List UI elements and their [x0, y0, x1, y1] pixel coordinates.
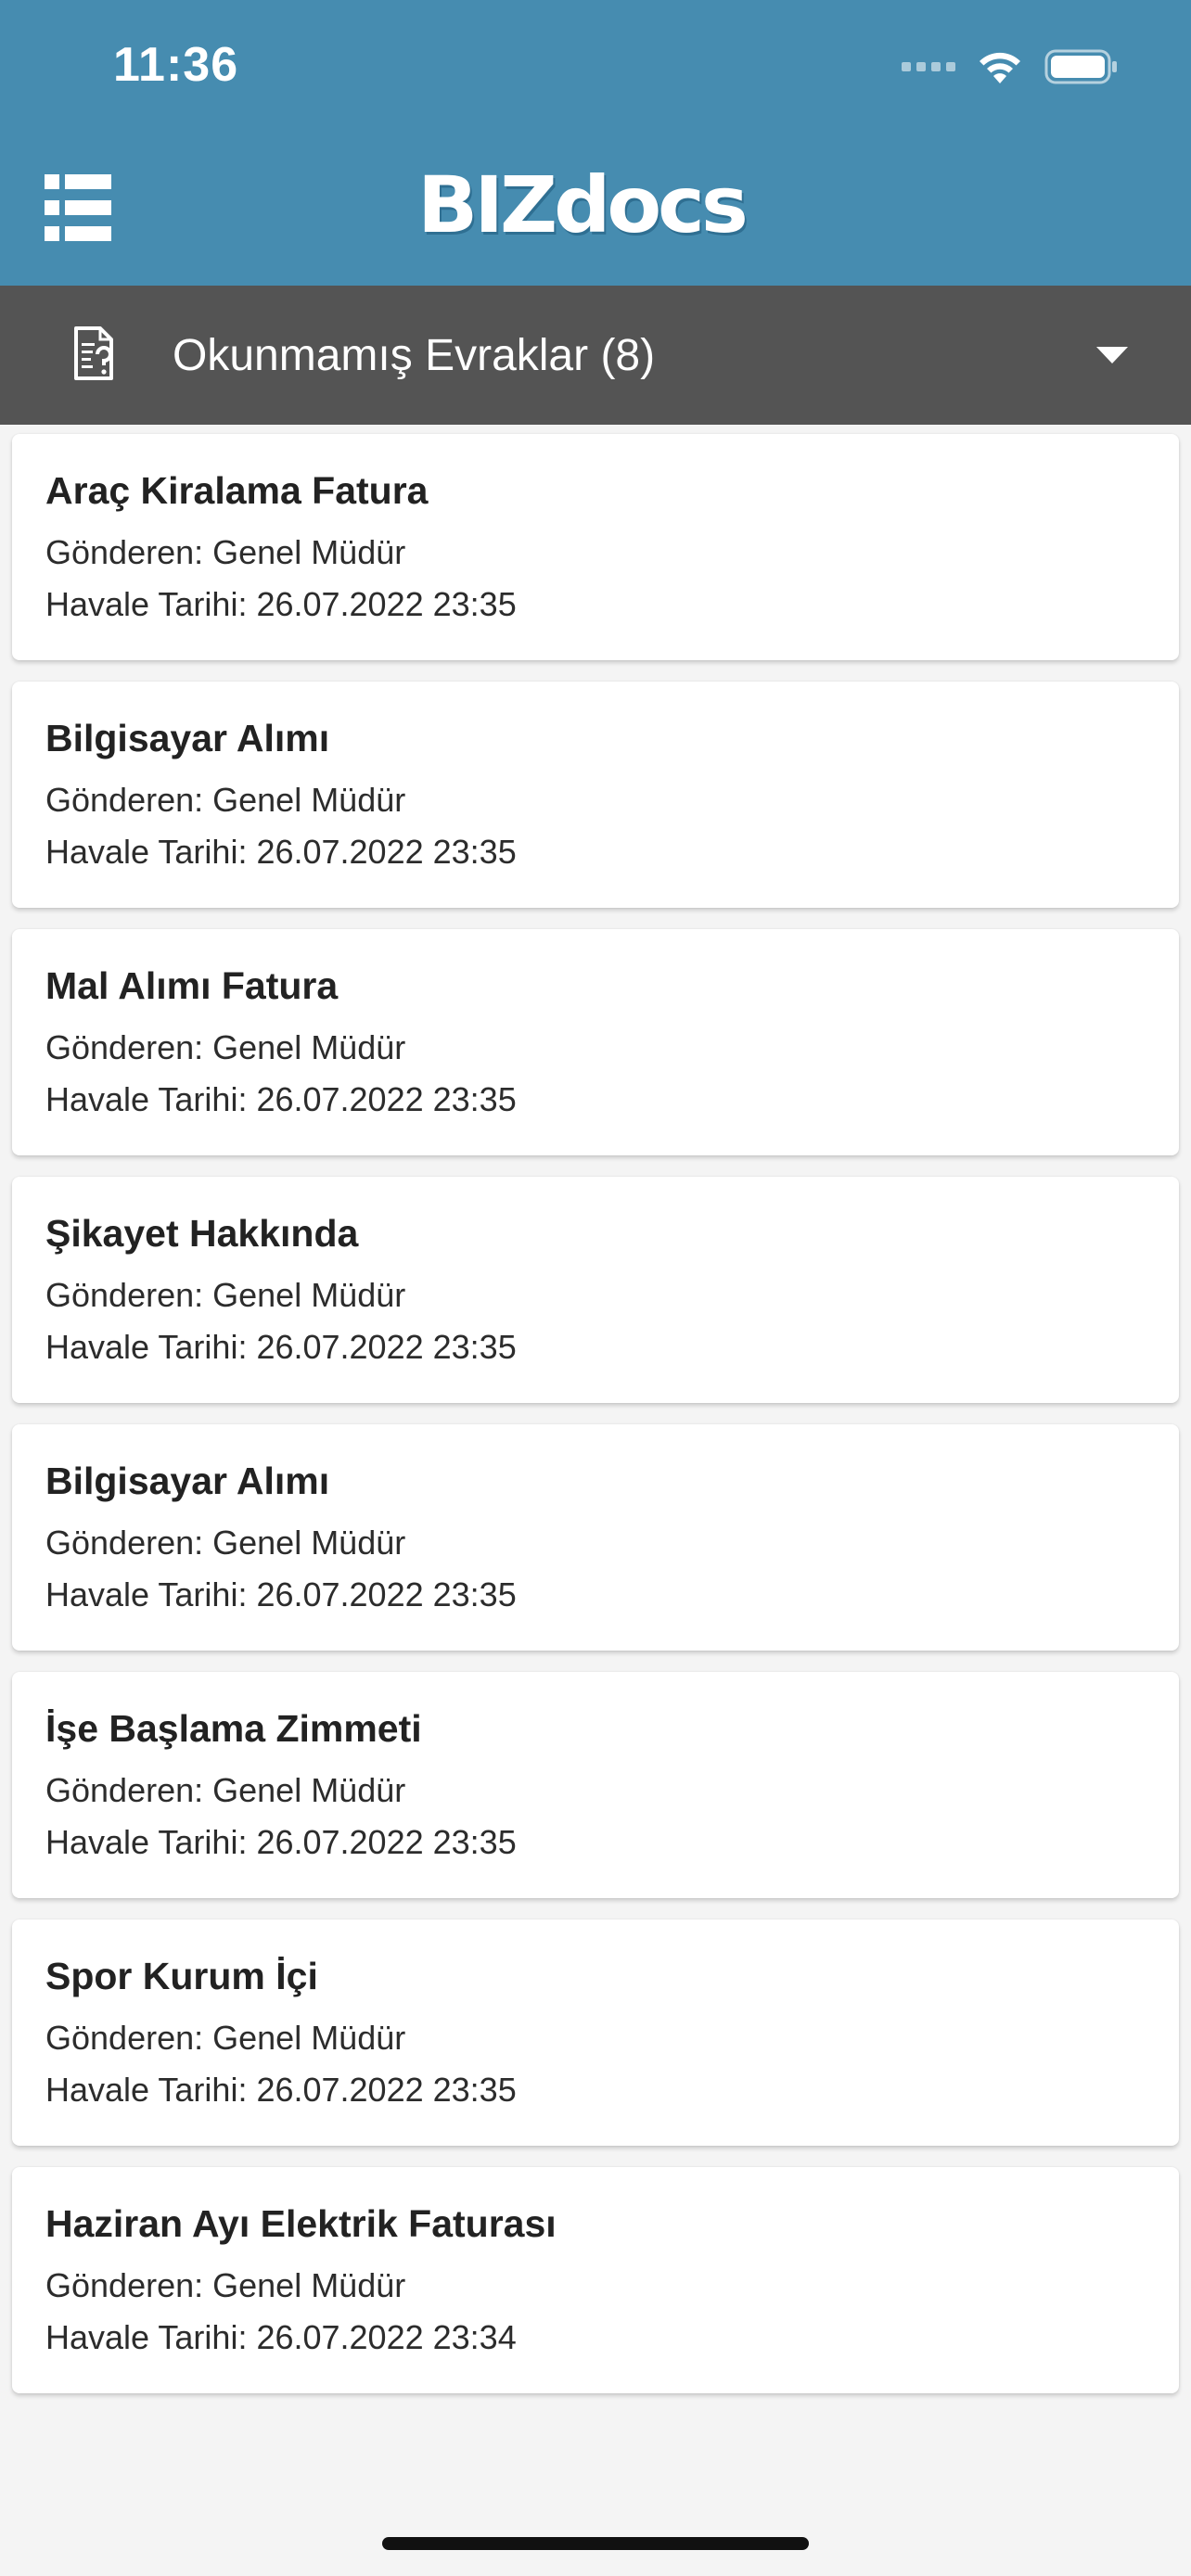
- document-sender: Gönderen: Genel Müdür: [45, 1524, 406, 1562]
- logo-text: BIZdocs: [417, 159, 749, 250]
- document-card[interactable]: Şikayet Hakkında Gönderen: Genel Müdür H…: [12, 1177, 1179, 1403]
- document-title: Bilgisayar Alımı: [45, 1460, 330, 1502]
- document-title: Mal Alımı Fatura: [45, 964, 339, 1007]
- document-title: Şikayet Hakkında: [45, 1212, 359, 1255]
- document-question-icon: [74, 326, 113, 380]
- app-logo: BIZdocs: [417, 163, 774, 247]
- document-sender: Gönderen: Genel Müdür: [45, 533, 406, 571]
- document-sender: Gönderen: Genel Müdür: [45, 1028, 406, 1066]
- document-card[interactable]: İşe Başlama Zimmeti Gönderen: Genel Müdü…: [12, 1672, 1179, 1898]
- document-sender: Gönderen: Genel Müdür: [45, 781, 406, 819]
- document-sender: Gönderen: Genel Müdür: [45, 1771, 406, 1809]
- document-card[interactable]: Haziran Ayı Elektrik Faturası Gönderen: …: [12, 2167, 1179, 2393]
- document-sender: Gönderen: Genel Müdür: [45, 2019, 406, 2057]
- app-header: 11:36 BIZdocs: [0, 0, 1191, 286]
- document-date: Havale Tarihi: 26.07.2022 23:35: [45, 585, 517, 623]
- document-date: Havale Tarihi: 26.07.2022 23:35: [45, 833, 517, 871]
- document-card[interactable]: Spor Kurum İçi Gönderen: Genel Müdür Hav…: [12, 1919, 1179, 2146]
- document-sender: Gönderen: Genel Müdür: [45, 2266, 406, 2304]
- document-title: Bilgisayar Alımı: [45, 717, 330, 759]
- status-icons: [902, 45, 1119, 89]
- caret-down-icon: [1096, 347, 1128, 363]
- document-date: Havale Tarihi: 26.07.2022 23:35: [45, 2071, 517, 2109]
- wifi-icon: [980, 52, 1020, 83]
- document-title: İşe Başlama Zimmeti: [45, 1707, 422, 1750]
- document-card[interactable]: Bilgisayar Alımı Gönderen: Genel Müdür H…: [12, 682, 1179, 908]
- document-date: Havale Tarihi: 26.07.2022 23:34: [45, 2318, 517, 2356]
- home-indicator[interactable]: [382, 2537, 809, 2550]
- document-sender: Gönderen: Genel Müdür: [45, 1276, 406, 1314]
- document-card[interactable]: Mal Alımı Fatura Gönderen: Genel Müdür H…: [12, 929, 1179, 1155]
- document-date: Havale Tarihi: 26.07.2022 23:35: [45, 1080, 517, 1118]
- document-date: Havale Tarihi: 26.07.2022 23:35: [45, 1575, 517, 1613]
- document-title: Araç Kiralama Fatura: [45, 469, 429, 512]
- document-title: Spor Kurum İçi: [45, 1955, 318, 1997]
- document-date: Havale Tarihi: 26.07.2022 23:35: [45, 1823, 517, 1861]
- document-title: Haziran Ayı Elektrik Faturası: [45, 2202, 557, 2245]
- battery-icon: [1044, 49, 1117, 84]
- status-time: 11:36: [113, 38, 239, 92]
- cellular-signal-icon: [902, 62, 955, 71]
- list-menu-icon[interactable]: [45, 174, 111, 241]
- document-date: Havale Tarihi: 26.07.2022 23:35: [45, 1328, 517, 1366]
- filter-label: Okunmamış Evraklar (8): [173, 331, 656, 380]
- document-card[interactable]: Bilgisayar Alımı Gönderen: Genel Müdür H…: [12, 1424, 1179, 1651]
- document-filter-dropdown[interactable]: Okunmamış Evraklar (8): [0, 286, 1191, 425]
- document-card[interactable]: Araç Kiralama Fatura Gönderen: Genel Müd…: [12, 434, 1179, 660]
